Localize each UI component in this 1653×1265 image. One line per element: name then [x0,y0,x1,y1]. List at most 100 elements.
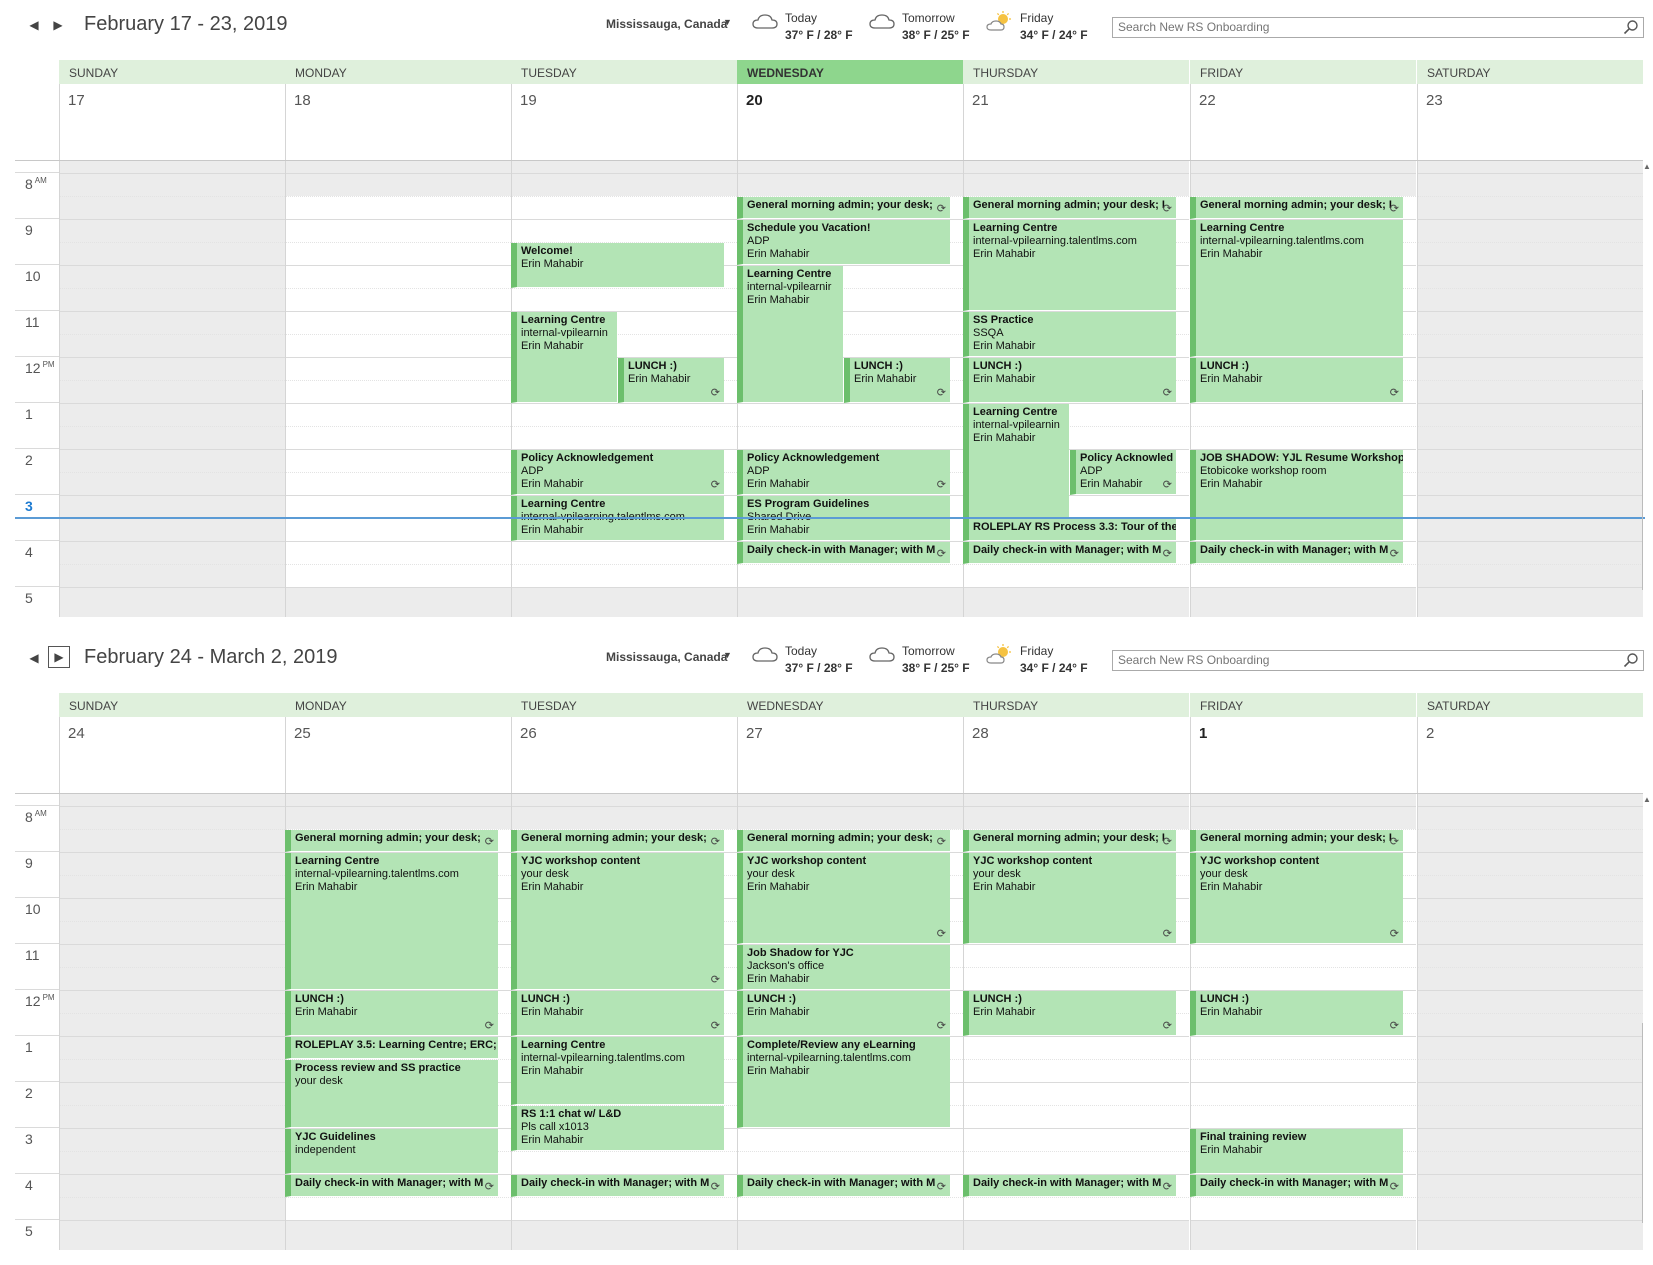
day-header-thursday[interactable]: THURSDAY [963,60,1189,84]
location-selector[interactable]: Mississauga, Canada [606,650,727,664]
weather-tomorrow[interactable]: Tomorrow 38° F / 25° F [868,642,978,676]
calendar-event[interactable]: Schedule you Vacation! ADP Erin Mahabir [737,219,950,265]
calendar-event[interactable]: Daily check-in with Manager; with M ⟳ [285,1174,498,1197]
day-header-wednesday[interactable]: WEDNESDAY [737,60,963,84]
next-week-icon[interactable]: ▶ [50,16,66,34]
next-week-icon[interactable]: ▶ [48,646,70,668]
scrollbar-track[interactable] [1642,390,1653,590]
day-column[interactable] [59,794,285,1250]
all-day-cell[interactable]: 26 [511,717,737,793]
all-day-cell[interactable]: 28 [963,717,1189,793]
calendar-event[interactable]: RS 1:1 chat w/ L&D Pls call x1013 Erin Mah… [511,1105,724,1151]
calendar-event[interactable]: Job Shadow for YJC Jackson's office Erin M… [737,944,950,990]
day-header-monday[interactable]: MONDAY [285,693,511,717]
chevron-down-icon[interactable]: ▼ [723,17,732,27]
calendar-event[interactable]: ROLEPLAY 3.5: Learning Centre; ERC; E [285,1036,498,1059]
calendar-event[interactable]: Final training review Erin Mahabir [1190,1128,1403,1174]
day-column[interactable] [285,161,511,617]
calendar-event[interactable]: SS Practice SSQA Erin Mahabir [963,311,1176,357]
location-selector[interactable]: Mississauga, Canada [606,17,727,31]
search-icon[interactable] [1623,652,1639,668]
calendar-event[interactable]: Policy Acknowledgement ADP Erin Mahabir ⟳ [511,449,724,495]
calendar-event[interactable]: LUNCH :) Erin Mahabir ⟳ [963,357,1176,403]
calendar-event[interactable]: General morning admin; your desk; ⟳ [737,829,950,852]
day-header-tuesday[interactable]: TUESDAY [511,693,737,717]
weather-friday[interactable]: Friday 34° F / 24° F [986,9,1096,43]
day-header-friday[interactable]: FRIDAY [1190,60,1416,84]
calendar-event[interactable]: General morning admin; your desk; ⟳ [285,829,498,852]
all-day-cell[interactable]: 22 [1190,84,1416,160]
calendar-event[interactable]: Daily check-in with Manager; with M ⟳ [737,541,950,564]
all-day-cell[interactable]: 2 [1417,717,1643,793]
scroll-up-icon[interactable]: ▲ [1643,162,1653,172]
day-column[interactable] [1417,161,1643,617]
calendar-event[interactable]: LUNCH :) Erin Mahabir ⟳ [1190,990,1403,1036]
calendar-event[interactable]: Daily check-in with Manager; with M ⟳ [511,1174,724,1197]
weather-today[interactable]: Today 37° F / 28° F [751,642,861,676]
calendar-event[interactable]: YJC workshop content your desk Erin Mahabi… [1190,852,1403,944]
calendar-event[interactable]: LUNCH :) Erin Mahabir ⟳ [963,990,1176,1036]
calendar-event[interactable]: YJC Guidelines independent [285,1128,498,1174]
calendar-event[interactable]: Learning Centre internal-vpilearning.tale… [1190,219,1403,357]
calendar-event[interactable]: LUNCH :) Erin Mahabir ⟳ [285,990,498,1036]
calendar-event[interactable]: LUNCH :) Erin Mahabir ⟳ [737,990,950,1036]
all-day-cell[interactable]: 20 [737,84,963,160]
day-header-sunday[interactable]: SUNDAY [59,60,285,84]
all-day-cell[interactable]: 19 [511,84,737,160]
day-header-saturday[interactable]: SATURDAY [1417,60,1643,84]
weather-tomorrow[interactable]: Tomorrow 38° F / 25° F [868,9,978,43]
calendar-event[interactable]: General morning admin; your desk; I ⟳ [1190,829,1403,852]
day-header-wednesday[interactable]: WEDNESDAY [737,693,963,717]
calendar-event[interactable]: General morning admin; your desk; ⟳ [737,196,950,219]
search-box[interactable] [1112,17,1644,38]
previous-week-icon[interactable]: ◀ [26,16,42,34]
all-day-cell[interactable]: 17 [59,84,285,160]
calendar-event[interactable]: LUNCH :) Erin Mahabir ⟳ [1190,357,1403,403]
calendar-event[interactable]: Daily check-in with Manager; with M ⟳ [1190,1174,1403,1197]
calendar-event[interactable]: Welcome! Erin Mahabir [511,242,724,288]
day-header-saturday[interactable]: SATURDAY [1417,693,1643,717]
all-day-cell[interactable]: 1 [1190,717,1416,793]
calendar-event[interactable]: Learning Centre internal-vpilearning.tale… [963,219,1176,311]
scroll-up-icon[interactable]: ▲ [1643,795,1653,805]
calendar-event[interactable]: LUNCH :) Erin Mahabir ⟳ [844,357,950,403]
all-day-cell[interactable]: 27 [737,717,963,793]
day-header-monday[interactable]: MONDAY [285,60,511,84]
calendar-event[interactable]: Policy Acknowled ADP Erin Mahabir ⟳ [1070,449,1176,495]
calendar-event[interactable]: Daily check-in with Manager; with M ⟳ [1190,541,1403,564]
calendar-event[interactable]: General morning admin; your desk; ⟳ [511,829,724,852]
all-day-cell[interactable]: 25 [285,717,511,793]
calendar-event[interactable]: Daily check-in with Manager; with M ⟳ [963,1174,1176,1197]
calendar-event[interactable]: Learning Centre internal-vpilearnir Erin M… [737,265,843,403]
calendar-event[interactable]: YJC workshop content your desk Erin Mahabi… [737,852,950,944]
calendar-event[interactable]: Complete/Review any eLearning internal-vp… [737,1036,950,1128]
day-header-tuesday[interactable]: TUESDAY [511,60,737,84]
search-box[interactable] [1112,650,1644,671]
previous-week-icon[interactable]: ◀ [26,649,42,667]
calendar-event[interactable]: Daily check-in with Manager; with M ⟳ [737,1174,950,1197]
day-header-sunday[interactable]: SUNDAY [59,693,285,717]
calendar-event[interactable]: General morning admin; your desk; I ⟳ [963,829,1176,852]
calendar-event[interactable]: YJC workshop content your desk Erin Mahabi… [511,852,724,990]
calendar-event[interactable]: General morning admin; your desk; I ⟳ [963,196,1176,219]
calendar-event[interactable]: LUNCH :) Erin Mahabir ⟳ [618,357,724,403]
calendar-event[interactable]: Learning Centre internal-vpilearnin Erin M… [963,403,1069,518]
day-column[interactable] [1417,794,1643,1250]
calendar-event[interactable]: Policy Acknowledgement ADP Erin Mahabir ⟳ [737,449,950,495]
calendar-event[interactable]: YJC workshop content your desk Erin Mahabi… [963,852,1176,944]
weather-today[interactable]: Today 37° F / 28° F [751,9,861,43]
search-input[interactable] [1113,651,1598,669]
calendar-event[interactable]: LUNCH :) Erin Mahabir ⟳ [511,990,724,1036]
all-day-cell[interactable]: 24 [59,717,285,793]
calendar-event[interactable]: JOB SHADOW: YJL Resume Workshop Etobicoke… [1190,449,1403,541]
search-input[interactable] [1113,18,1598,36]
scrollbar-track[interactable] [1642,1023,1653,1223]
day-header-friday[interactable]: FRIDAY [1190,693,1416,717]
weather-friday[interactable]: Friday 34° F / 24° F [986,642,1096,676]
calendar-event[interactable]: Process review and SS practice your desk [285,1059,498,1128]
calendar-event[interactable]: Learning Centre internal-vpilearnin Erin M… [511,311,617,403]
all-day-cell[interactable]: 21 [963,84,1189,160]
chevron-down-icon[interactable]: ▼ [723,650,732,660]
calendar-event[interactable]: ROLEPLAY RS Process 3.3: Tour of the E [963,518,1176,541]
calendar-event[interactable]: Daily check-in with Manager; with M ⟳ [963,541,1176,564]
